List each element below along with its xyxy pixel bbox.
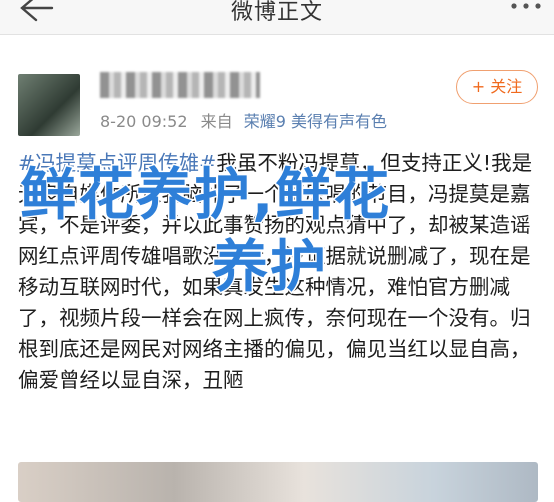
post-meta: 8-20 09:52 来自 荣耀9 美得有声有色 xyxy=(100,108,387,132)
post-text: 我虽不粉冯提莫，但支持正义!我是无良自媒体所以我脑补了一个猜原唱的节目，冯提莫是… xyxy=(18,151,533,392)
more-dots-icon[interactable] xyxy=(508,2,544,14)
post-card: 8-20 09:52 来自 荣耀9 美得有声有色 + 关注 #冯提莫点评周传雄#… xyxy=(0,42,554,502)
hashtag-link[interactable]: #冯提莫点评周传雄# xyxy=(18,151,216,175)
page-title: 微博正文 xyxy=(230,0,323,25)
avatar[interactable] xyxy=(18,74,80,136)
follow-button[interactable]: + 关注 xyxy=(456,70,538,104)
image-thumbnail-strip[interactable] xyxy=(18,462,538,502)
username-blurred[interactable] xyxy=(100,72,260,98)
post-body: #冯提莫点评周传雄#我虽不粉冯提莫，但支持正义!我是无良自媒体所以我脑补了一个猜… xyxy=(18,148,538,396)
post-device[interactable]: 荣耀9 美得有声有色 xyxy=(244,112,387,131)
post-source-prefix: 来自 xyxy=(200,112,233,131)
post-time: 8-20 09:52 xyxy=(100,112,188,131)
top-bar: 微博正文 xyxy=(0,0,554,35)
